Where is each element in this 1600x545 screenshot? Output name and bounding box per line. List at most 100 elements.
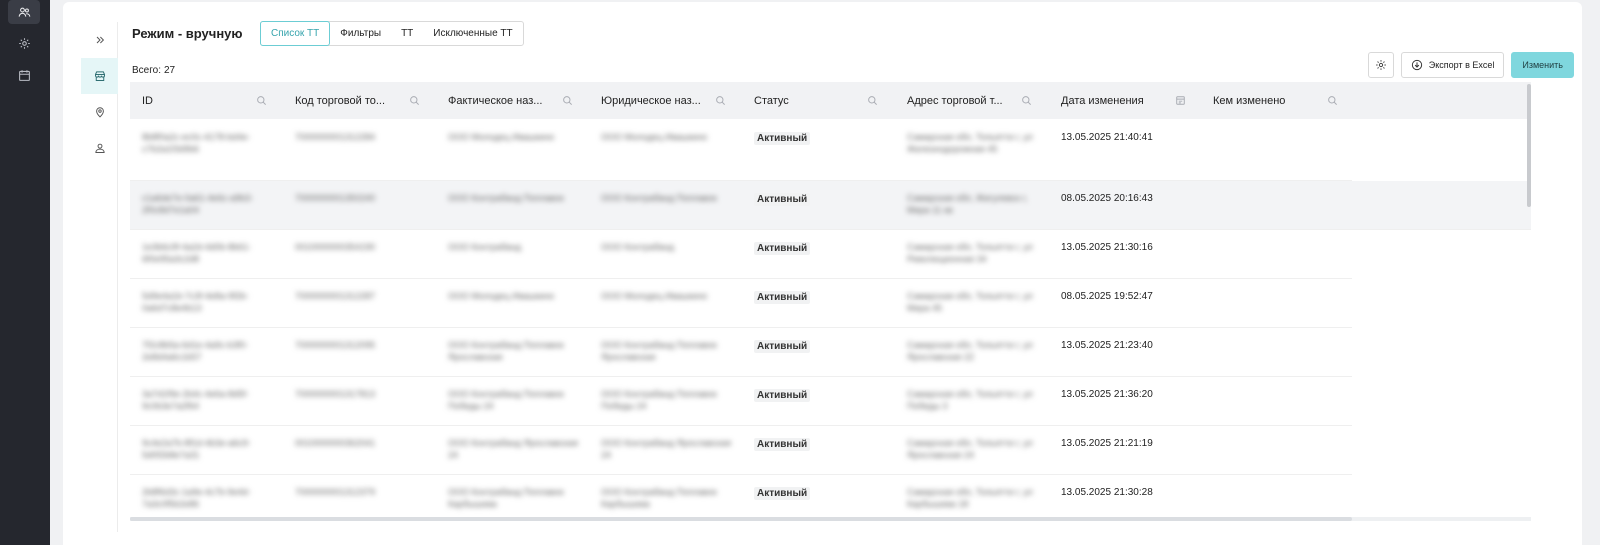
status-badge: Активный	[754, 438, 811, 451]
page-title: Режим - вручную	[132, 26, 243, 41]
search-icon[interactable]	[1021, 95, 1032, 106]
calendar-icon[interactable]	[1175, 95, 1186, 106]
cell-date: 13.05.2025 21:21:19	[1061, 438, 1153, 449]
search-icon[interactable]	[256, 95, 267, 106]
cell-addr: Самарская обл, Тольятти г, ул Ярославска…	[907, 340, 1033, 362]
table-header: ID Код торговой то... Фактическое наз... Юр…	[130, 82, 1531, 119]
cell-id: 7f2c8b5a-6d1e-4a9c-b3f0-2e8d4a6c1b57	[142, 340, 249, 362]
cell-id: 3a7d1f9e-2b4c-4e6a-8d5f-9c0b3e7a2f64	[142, 389, 249, 411]
user-icon[interactable]	[81, 130, 118, 166]
search-icon[interactable]	[409, 95, 420, 106]
cell-jur: ООО Молодец Ивашкино	[601, 291, 708, 301]
status-badge: Активный	[754, 340, 811, 353]
column-header-fact[interactable]: Фактическое наз...	[448, 82, 574, 119]
column-header-date[interactable]: Дата изменения	[1061, 82, 1187, 119]
calendar-icon[interactable]	[8, 63, 40, 87]
table-settings-button[interactable]	[1367, 52, 1394, 78]
table-row[interactable]: 3a7d1f9e-2b4c-4e6a-8d5f-9c0b3e7a2f64 7000…	[130, 377, 1352, 426]
table-row[interactable]: 2b8f6d3c-1a9e-4c7b-9e4d-7a3c0f5b2e86 7000…	[130, 475, 1352, 520]
expand-chevrons-icon[interactable]	[81, 22, 118, 58]
cell-date: 08.05.2025 20:16:43	[1061, 193, 1153, 204]
table-row[interactable]: 8b8f0a2c-ec0c-4178-bd4e-c7b2a1f3d9b6 7000…	[130, 119, 1352, 181]
cell-code: 7000000001312379	[295, 487, 376, 497]
tab-tt-list[interactable]: Список ТТ	[260, 21, 331, 46]
search-icon[interactable]	[867, 95, 878, 106]
column-header-jur[interactable]: Юридическое наз...	[601, 82, 727, 119]
main-card: Режим - вручную Список ТТ Фильтры ТТ Иск…	[63, 2, 1582, 545]
cell-fact: ООО Молодец Ивашкино	[448, 291, 555, 301]
column-header-by[interactable]: Кем изменено	[1213, 82, 1339, 119]
column-header-label: Код торговой то...	[295, 94, 386, 107]
status-badge: Активный	[754, 389, 811, 402]
cell-code: 7000000001312284	[295, 132, 376, 142]
view-tabs: Список ТТ Фильтры ТТ Исключенные ТТ	[260, 21, 524, 46]
cell-date: 08.05.2025 19:52:47	[1061, 291, 1153, 302]
cell-code: 0010000000354190	[295, 242, 376, 252]
cell-id: 2b8f6d3c-1a9e-4c7b-9e4d-7a3c0f5b2e86	[142, 487, 251, 509]
tab-tt[interactable]: ТТ	[391, 22, 423, 45]
location-pin-icon[interactable]	[81, 94, 118, 130]
cell-fact: ООО Контрабанд	[448, 242, 522, 252]
cell-addr: Самарская обл, Тольятти г, ул Победы 3	[907, 389, 1033, 411]
column-header-addr[interactable]: Адрес торговой т...	[907, 82, 1033, 119]
cell-id: 1e3b6c9f-4a2d-4d0b-8b61-6f0e95a3c2d8	[142, 242, 252, 264]
cell-date: 13.05.2025 21:23:40	[1061, 340, 1153, 351]
vertical-scrollbar[interactable]	[1527, 84, 1531, 207]
status-badge: Активный	[754, 487, 811, 500]
toolbar-actions: Экспорт в Excel Изменить	[1367, 52, 1574, 78]
cell-jur: ООО Молодец Ивашкино	[601, 132, 708, 142]
table-row[interactable]: 9c4e2a7b-8f1d-4b3e-a6c9-5d0f2b8e7a31 0010…	[130, 426, 1352, 475]
cell-jur: ООО Контрабанд Поплавок Победы 24	[601, 389, 717, 411]
cell-addr: Самарская обл, Жигулевск г, Мира 11 кв	[907, 193, 1028, 215]
table-row[interactable]: 5d9e4a1b-7c3f-4e8a-9f2b-0a6d7c8e4b13 7000…	[130, 279, 1352, 328]
cell-jur: ООО Контрабанд Поплавок Ярославская	[601, 340, 717, 362]
cell-date: 13.05.2025 21:40:41	[1061, 132, 1153, 143]
tab-excluded-tt[interactable]: Исключенные ТТ	[423, 22, 522, 45]
users-icon[interactable]	[8, 0, 40, 24]
tt-table: ID Код торговой то... Фактическое наз... Юр…	[130, 82, 1531, 520]
status-badge: Активный	[754, 132, 811, 145]
cell-date: 13.05.2025 21:30:16	[1061, 242, 1153, 253]
cell-fact: ООО Контрабанд Ярославская 24	[448, 438, 578, 460]
cell-addr: Самарская обл, Тольятти г, ул Революцион…	[907, 242, 1033, 264]
export-label: Экспорт в Excel	[1428, 60, 1495, 70]
column-header-code[interactable]: Код торговой то...	[295, 82, 421, 119]
cell-fact: ООО Молодец Ивашкино	[448, 132, 555, 142]
search-icon[interactable]	[562, 95, 573, 106]
sub-navigation	[81, 22, 118, 532]
column-header-label: Статус	[754, 94, 789, 107]
column-header-label: Кем изменено	[1213, 94, 1286, 107]
cell-fact: ООО Контрабанд Поплавок	[448, 193, 564, 203]
cell-addr: Самарская обл, Тольятти г, ул Карбышева …	[907, 487, 1033, 509]
cell-date: 13.05.2025 21:30:28	[1061, 487, 1153, 498]
column-header-label: Фактическое наз...	[448, 94, 543, 107]
cell-fact: ООО Контрабанд Поплавок Победы 24	[448, 389, 564, 411]
column-header-label: Адрес торговой т...	[907, 94, 1003, 107]
column-header-status[interactable]: Статус	[754, 82, 879, 119]
cell-addr: Самарская обл, Тольятти г, ул Ярославска…	[907, 438, 1033, 460]
cell-fact: ООО Контрабанд Поплавок Ярославская	[448, 340, 564, 362]
cell-id: c1a6de7e-0a61-4e6c-a9b3-2f0c8d7e1a04	[142, 193, 254, 215]
status-badge: Активный	[754, 242, 811, 255]
cell-jur: ООО Контрабанд Поплавок	[601, 193, 717, 203]
edit-button[interactable]: Изменить	[1511, 52, 1574, 78]
table-row[interactable]: 7f2c8b5a-6d1e-4a9c-b3f0-2e8d4a6c1b57 7000…	[130, 328, 1352, 377]
search-icon[interactable]	[715, 95, 726, 106]
column-header-label: Дата изменения	[1061, 94, 1144, 107]
cell-addr: Самарская обл, Тольятти г, ул Железнодор…	[907, 132, 1033, 154]
cell-fact: ООО Контрабанд Поплавок Карбышева	[448, 487, 564, 509]
export-excel-button[interactable]: Экспорт в Excel	[1400, 52, 1505, 78]
tab-filters[interactable]: Фильтры	[330, 22, 391, 45]
cell-id: 8b8f0a2c-ec0c-4178-bd4e-c7b2a1f3d9b6	[142, 132, 251, 154]
cell-code: 7000000001312095	[295, 340, 376, 350]
cell-jur: ООО Контрабанд	[601, 242, 675, 252]
settings-icon[interactable]	[8, 31, 40, 55]
store-icon[interactable]	[81, 58, 118, 94]
search-icon[interactable]	[1327, 95, 1338, 106]
horizontal-scrollbar[interactable]	[130, 517, 1352, 521]
column-header-id[interactable]: ID	[142, 82, 268, 119]
table-row[interactable]: c1a6de7e-0a61-4e6c-a9b3-2f0c8d7e1a04 7000…	[130, 181, 1531, 230]
table-row[interactable]: 1e3b6c9f-4a2d-4d0b-8b61-6f0e95a3c2d8 0010…	[130, 230, 1352, 279]
status-badge: Активный	[754, 193, 811, 206]
cell-date: 13.05.2025 21:36:20	[1061, 389, 1153, 400]
